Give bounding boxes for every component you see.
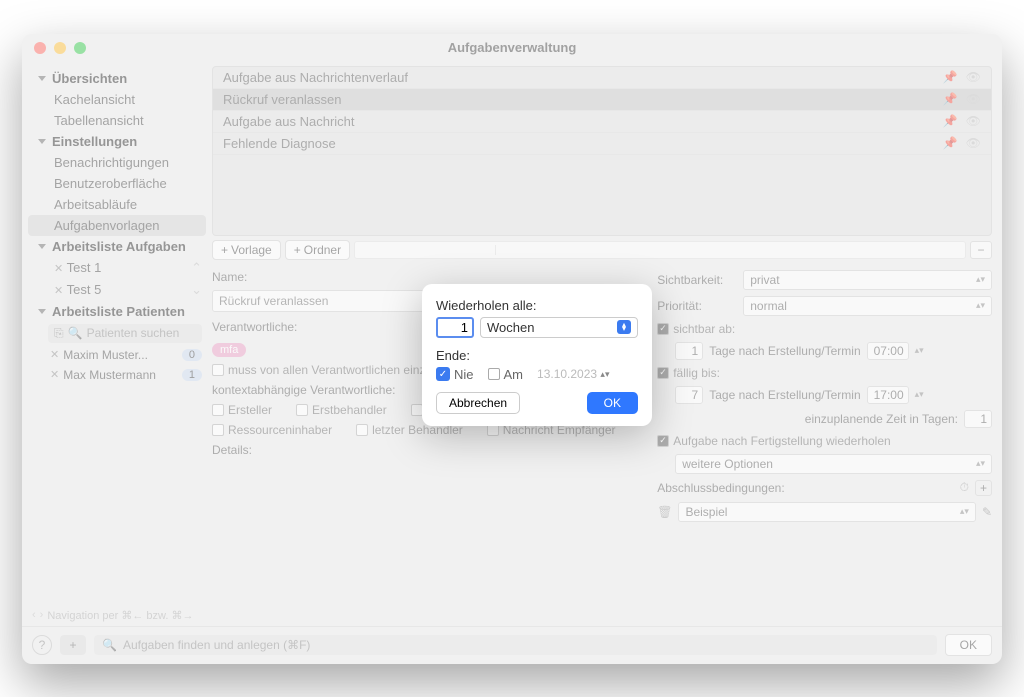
on-date-checkbox[interactable]: Am [488, 367, 524, 382]
select-arrow-icon: ▴▾ [617, 320, 631, 334]
ok-button[interactable]: OK [587, 392, 638, 414]
interval-input[interactable] [436, 317, 474, 338]
end-date-display: 13.10.2023 ▴▾ [537, 367, 609, 381]
repeat-dialog: Wiederholen alle: Wochen ▴▾ Ende: ✓Nie A… [422, 284, 652, 426]
unit-select[interactable]: Wochen ▴▾ [480, 317, 638, 338]
never-checkbox[interactable]: ✓Nie [436, 367, 474, 382]
cancel-button[interactable]: Abbrechen [436, 392, 520, 414]
end-label: Ende: [436, 348, 638, 363]
app-window: Aufgabenverwaltung Übersichten Kachelans… [22, 34, 1002, 664]
repeat-every-label: Wiederholen alle: [436, 298, 638, 313]
